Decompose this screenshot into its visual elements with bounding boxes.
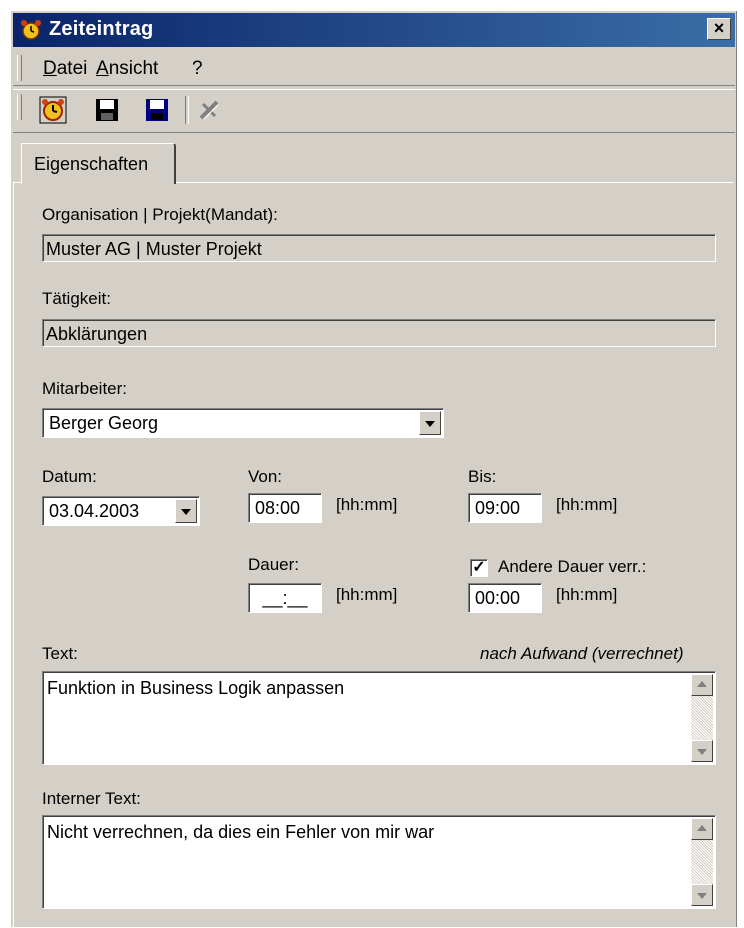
menu-help[interactable]: ? — [192, 58, 203, 80]
other-duration-input[interactable]: 00:00 — [468, 583, 542, 613]
date-value: 03.04.2003 — [49, 501, 140, 521]
window-title: Zeiteintrag — [49, 18, 154, 40]
scroll-down-arrow-icon[interactable] — [691, 740, 713, 762]
activity-field: Abklärungen — [42, 319, 716, 347]
scroll-up-arrow-icon[interactable] — [691, 818, 713, 840]
other-duration-checkbox[interactable]: ✓ — [470, 559, 488, 577]
date-label: Datum: — [42, 467, 97, 486]
billing-note: nach Aufwand (verrechnet) — [480, 644, 684, 663]
toolbar-grip[interactable] — [17, 94, 22, 120]
text-content: Funktion in Business Logik anpassen — [47, 678, 345, 698]
alarm-clock-icon — [21, 20, 41, 40]
from-unit: [hh:mm] — [336, 495, 398, 514]
org-label: Organisation | Projekt(Mandat): — [42, 205, 278, 224]
save-as-icon[interactable] — [143, 96, 171, 124]
employee-label: Mitarbeiter: — [42, 379, 128, 398]
to-unit: [hh:mm] — [556, 495, 618, 514]
to-input[interactable]: 09:00 — [468, 493, 542, 523]
toolbar — [13, 89, 735, 133]
text-area[interactable]: Funktion in Business Logik anpassen — [42, 671, 716, 765]
delete-icon[interactable] — [195, 96, 223, 124]
date-dropdown-button[interactable] — [175, 499, 197, 523]
text-scrollbar[interactable] — [691, 674, 713, 762]
properties-panel: Organisation | Projekt(Mandat): Muster A… — [13, 182, 734, 928]
save-icon[interactable] — [93, 96, 121, 124]
tab-label: Eigenschaften — [34, 154, 149, 174]
internal-text-scrollbar[interactable] — [691, 818, 713, 906]
menu-bar: Datei Ansicht ? — [13, 51, 735, 86]
internal-text-content: Nicht verrechnen, da dies ein Fehler von… — [47, 822, 435, 842]
internal-text-label: Interner Text: — [42, 789, 141, 808]
text-label: Text: — [42, 644, 78, 663]
menu-grip[interactable] — [17, 55, 22, 81]
duration-input[interactable]: __:__ — [248, 583, 322, 613]
duration-label: Dauer: — [248, 555, 300, 574]
employee-value: Berger Georg — [49, 413, 159, 433]
scroll-up-arrow-icon[interactable] — [691, 674, 713, 696]
date-select[interactable]: 03.04.2003 — [42, 496, 200, 526]
scroll-down-arrow-icon[interactable] — [691, 884, 713, 906]
alarm-clock-icon[interactable] — [39, 96, 67, 124]
duration-unit: [hh:mm] — [336, 585, 398, 604]
employee-dropdown-button[interactable] — [419, 411, 441, 435]
menu-datei[interactable]: Datei — [43, 58, 87, 80]
activity-label: Tätigkeit: — [42, 289, 111, 308]
employee-select[interactable]: Berger Georg — [42, 408, 444, 438]
internal-text-area[interactable]: Nicht verrechnen, da dies ein Fehler von… — [42, 815, 716, 909]
from-label: Von: — [248, 467, 283, 486]
close-button[interactable]: × — [707, 18, 731, 40]
zeiteintrag-window: Zeiteintrag × Datei Ansicht ? Eigenschaf… — [10, 10, 737, 928]
title-bar[interactable]: Zeiteintrag × — [13, 13, 735, 47]
other-duration-unit: [hh:mm] — [556, 585, 618, 604]
to-label: Bis: — [468, 467, 497, 486]
tab-eigenschaften[interactable]: Eigenschaften — [21, 143, 176, 184]
other-duration-label: Andere Dauer verr.: — [498, 557, 647, 576]
menu-ansicht[interactable]: Ansicht — [96, 58, 158, 80]
from-input[interactable]: 08:00 — [248, 493, 322, 523]
tab-strip: Eigenschaften — [13, 143, 735, 184]
org-field: Muster AG | Muster Projekt — [42, 234, 716, 262]
toolbar-separator — [185, 96, 189, 124]
